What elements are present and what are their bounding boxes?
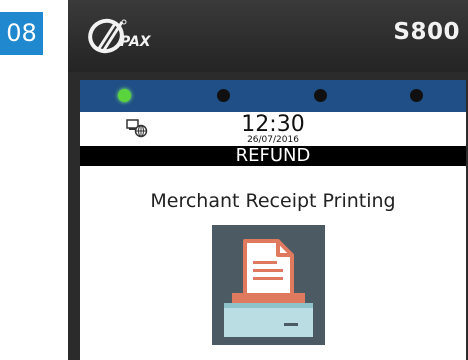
- svg-text:PAX: PAX: [120, 34, 152, 50]
- terminal-header: PAX S800: [68, 0, 468, 72]
- terminal-screen: 12:30 26/07/2016 REFUND Merchant Receipt…: [80, 80, 466, 360]
- clock-date: 26/07/2016: [247, 135, 299, 145]
- led-indicator-3: [314, 89, 327, 102]
- printer-illustration: [212, 225, 325, 345]
- transaction-title: REFUND: [80, 146, 466, 166]
- printer-icon: [224, 239, 313, 337]
- led-indicator-1: [118, 89, 131, 102]
- pax-logo: PAX: [88, 18, 152, 54]
- step-number-badge: 08: [0, 12, 43, 55]
- model-label: S800: [393, 19, 460, 45]
- status-bar: 12:30 26/07/2016: [80, 112, 466, 146]
- led-indicator-bar: [80, 80, 466, 112]
- led-indicator-2: [217, 89, 230, 102]
- led-indicator-4: [410, 89, 423, 102]
- clock-time: 12:30: [241, 112, 305, 137]
- status-message: Merchant Receipt Printing: [150, 190, 396, 212]
- payment-terminal: PAX S800 12:30 26/07/2016 REFUND Merchan…: [68, 0, 468, 360]
